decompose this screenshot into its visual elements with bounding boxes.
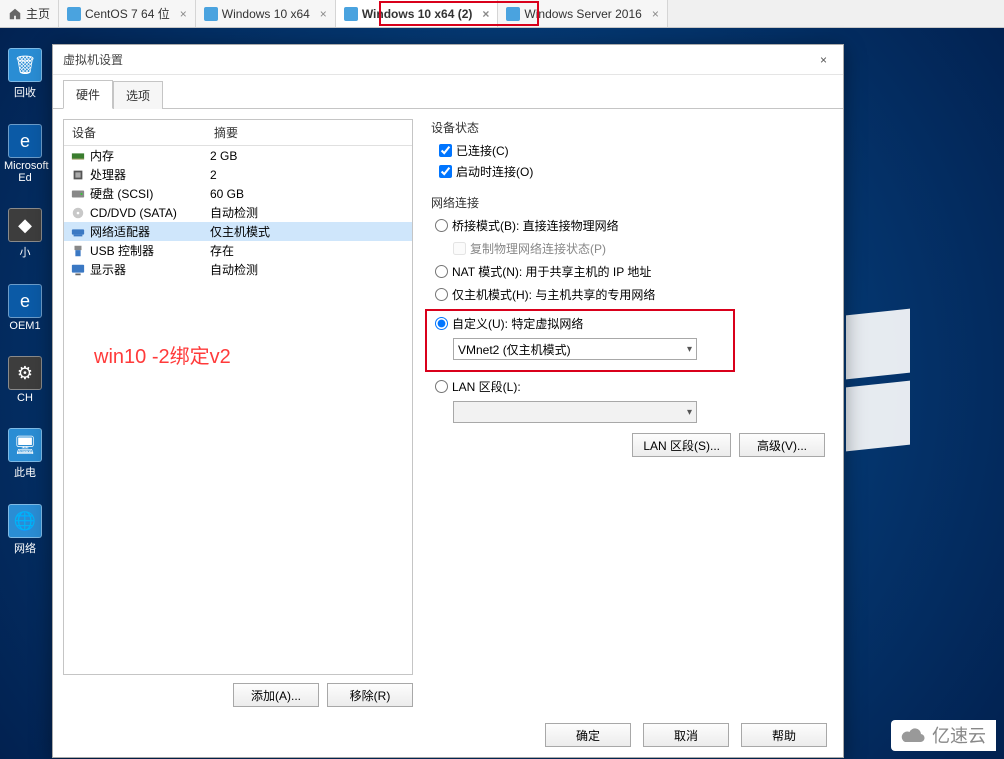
- desktop-icons: 🗑回收 eMicrosoft Ed ◆小 eOEM1 ⚙CH 🖥此电 🌐网络: [4, 48, 46, 580]
- remove-device-button[interactable]: 移除(R): [327, 683, 413, 707]
- desktop-icon-edge[interactable]: eMicrosoft Ed: [4, 124, 46, 184]
- device-row-usb[interactable]: USB 控制器 存在: [64, 241, 412, 260]
- tab-win10-1[interactable]: Windows 10 x64 ×: [196, 0, 336, 27]
- dialog-title: 虚拟机设置: [63, 45, 123, 75]
- col-device: 设备: [64, 120, 206, 145]
- device-row-cddvd[interactable]: CD/DVD (SATA) 自动检测: [64, 203, 412, 222]
- col-summary: 摘要: [206, 120, 412, 145]
- close-icon[interactable]: ×: [482, 7, 489, 21]
- device-row-cpu[interactable]: 处理器 2: [64, 165, 412, 184]
- checkbox-replicate: 复制物理网络连接状态(P): [453, 240, 825, 257]
- device-row-hdd[interactable]: 硬盘 (SCSI) 60 GB: [64, 184, 412, 203]
- device-list: 设备 摘要 内存 2 GB 处理器 2: [63, 119, 413, 675]
- radio-hostonly[interactable]: 仅主机模式(H): 与主机共享的专用网络: [435, 286, 825, 303]
- tab-winserver2016[interactable]: Windows Server 2016 ×: [498, 0, 667, 27]
- network-icon: [70, 224, 86, 240]
- network-connection-title: 网络连接: [431, 194, 825, 211]
- lan-segments-button[interactable]: LAN 区段(S)...: [632, 433, 731, 457]
- dialog-titlebar[interactable]: 虚拟机设置 ×: [53, 45, 843, 75]
- desktop-icon-tool[interactable]: ◆小: [4, 208, 46, 260]
- vm-settings-dialog: 虚拟机设置 × 硬件 选项 设备 摘要 内存 2 GB: [52, 44, 844, 758]
- vm-icon: [344, 7, 358, 21]
- tab-options[interactable]: 选项: [113, 81, 163, 109]
- device-state-title: 设备状态: [431, 119, 825, 136]
- lan-segment-select: ▾: [453, 401, 697, 423]
- add-device-button[interactable]: 添加(A)...: [233, 683, 319, 707]
- memory-icon: [70, 148, 86, 164]
- radio-bridged[interactable]: 桥接模式(B): 直接连接物理网络: [435, 217, 825, 234]
- desktop-icon-network[interactable]: 🌐网络: [4, 504, 46, 556]
- desktop-icon-recycle[interactable]: 🗑回收: [4, 48, 46, 100]
- advanced-button[interactable]: 高级(V)...: [739, 433, 825, 457]
- vm-icon: [506, 7, 520, 21]
- radio-lan-segment[interactable]: LAN 区段(L):: [435, 378, 825, 395]
- tab-win10-2[interactable]: Windows 10 x64 (2) ×: [336, 0, 499, 27]
- tab-centos7[interactable]: CentOS 7 64 位 ×: [59, 0, 196, 27]
- display-icon: [70, 262, 86, 278]
- cpu-icon: [70, 167, 86, 183]
- device-row-display[interactable]: 显示器 自动检测: [64, 260, 412, 279]
- close-icon[interactable]: ×: [814, 45, 833, 75]
- desktop-icon-thispc[interactable]: 🖥此电: [4, 428, 46, 480]
- radio-custom[interactable]: 自定义(U): 特定虚拟网络: [435, 315, 725, 332]
- cd-icon: [70, 205, 86, 221]
- device-row-memory[interactable]: 内存 2 GB: [64, 146, 412, 165]
- checkbox-connect-poweron[interactable]: 启动时连接(O): [439, 163, 825, 180]
- hdd-icon: [70, 186, 86, 202]
- cancel-button[interactable]: 取消: [643, 723, 729, 747]
- radio-nat[interactable]: NAT 模式(N): 用于共享主机的 IP 地址: [435, 263, 825, 280]
- help-button[interactable]: 帮助: [741, 723, 827, 747]
- desktop-icon-ch[interactable]: ⚙CH: [4, 356, 46, 404]
- close-icon[interactable]: ×: [320, 7, 327, 21]
- custom-network-select[interactable]: VMnet2 (仅主机模式) ▾: [453, 338, 697, 360]
- cloud-icon: [901, 726, 927, 749]
- device-row-network[interactable]: 网络适配器 仅主机模式: [64, 222, 412, 241]
- recycle-icon: 🗑: [8, 48, 42, 82]
- vm-tabbar: 主页 CentOS 7 64 位 × Windows 10 x64 × Wind…: [0, 0, 1004, 28]
- tab-hardware[interactable]: 硬件: [63, 80, 113, 109]
- chevron-down-icon: ▾: [687, 407, 692, 418]
- ok-button[interactable]: 确定: [545, 723, 631, 747]
- chevron-down-icon: ▾: [687, 344, 692, 355]
- home-icon: [8, 7, 22, 21]
- desktop-icon-oem1[interactable]: eOEM1: [4, 284, 46, 332]
- usb-icon: [70, 243, 86, 259]
- tool-icon: ◆: [8, 208, 42, 242]
- vm-icon: [67, 7, 81, 21]
- close-icon[interactable]: ×: [180, 7, 187, 21]
- pc-icon: 🖥: [8, 428, 42, 462]
- gear-icon: ⚙: [8, 356, 42, 390]
- network-icon: 🌐: [8, 504, 42, 538]
- checkbox-connected[interactable]: 已连接(C): [439, 142, 825, 159]
- edge-icon: e: [8, 284, 42, 318]
- watermark: 亿速云: [891, 720, 996, 751]
- annotation-highlight-custom: 自定义(U): 特定虚拟网络 VMnet2 (仅主机模式) ▾: [425, 309, 735, 372]
- dialog-footer: 确定 取消 帮助: [545, 723, 827, 747]
- tab-home[interactable]: 主页: [0, 0, 59, 27]
- annotation-text: win10 -2绑定v2: [94, 340, 231, 369]
- vm-icon: [204, 7, 218, 21]
- dialog-tabs: 硬件 选项: [53, 81, 843, 109]
- close-icon[interactable]: ×: [652, 7, 659, 21]
- edge-icon: e: [8, 124, 42, 158]
